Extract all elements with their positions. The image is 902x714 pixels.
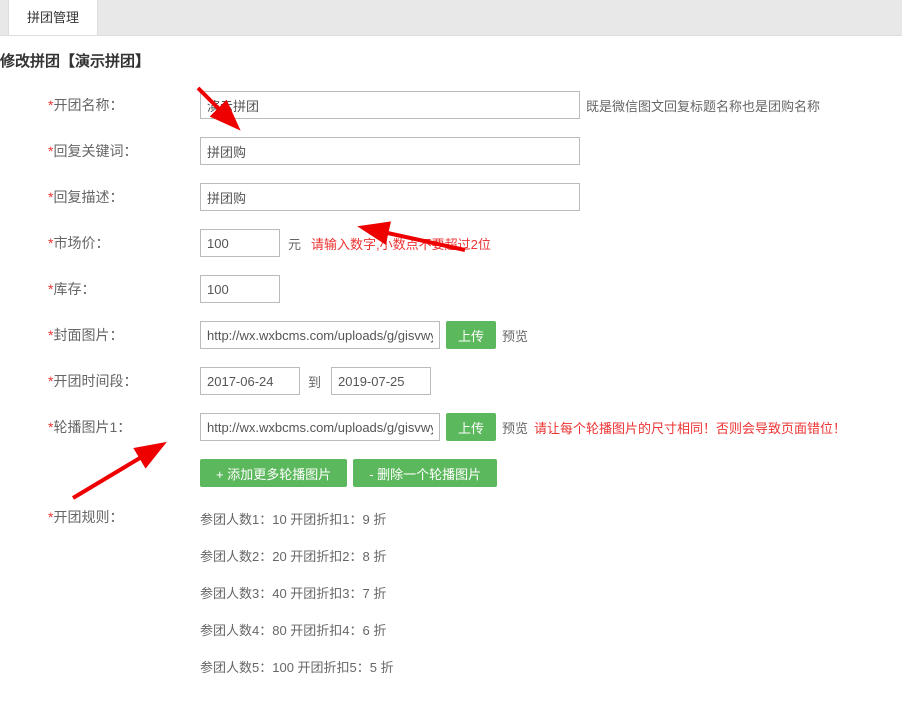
desc-input[interactable] (200, 183, 580, 211)
cover-path-input[interactable] (200, 321, 440, 349)
rule-line: 参团人数1：10 开团折扣1：9 折 (200, 509, 902, 528)
carousel-hint: 请让每个轮播图片的尺寸相同！否则会导致页面错位！ (534, 418, 846, 437)
rule-line: 参团人数4：80 开团折扣4：6 折 (200, 620, 902, 639)
cover-preview-label[interactable]: 预览 (502, 326, 528, 345)
date-to-label: 到 (308, 372, 321, 391)
rule-line: 参团人数3：40 开团折扣3：7 折 (200, 583, 902, 602)
stock-input[interactable] (200, 275, 280, 303)
price-hint: 请输入数字,小数点不要超过2位 (311, 234, 491, 253)
rule-line: 参团人数2：20 开团折扣2：8 折 (200, 546, 902, 565)
name-input[interactable] (200, 91, 580, 119)
label-carousel1: *轮播图片1： (0, 417, 200, 437)
label-price: *市场价： (0, 233, 200, 253)
remove-carousel-button[interactable]: - 删除一个轮播图片 (353, 459, 497, 487)
label-cover: *封面图片： (0, 325, 200, 345)
add-carousel-button[interactable]: + 添加更多轮播图片 (200, 459, 347, 487)
tab-group-manage[interactable]: 拼团管理 (8, 0, 98, 35)
price-input[interactable] (200, 229, 280, 257)
carousel1-preview-label[interactable]: 预览 (502, 418, 528, 437)
rule-line: 参团人数5：100 开团折扣5：5 折 (200, 657, 902, 676)
label-keyword: *回复关键词： (0, 141, 200, 161)
label-desc: *回复描述： (0, 187, 200, 207)
date-start-input[interactable] (200, 367, 300, 395)
tab-bar: 拼团管理 (0, 0, 902, 36)
carousel1-path-input[interactable] (200, 413, 440, 441)
page-title: 修改拼团【演示拼团】 (0, 36, 902, 91)
date-end-input[interactable] (331, 367, 431, 395)
keyword-input[interactable] (200, 137, 580, 165)
form: *开团名称： 既是微信图文回复标题名称也是团购名称 *回复关键词： *回复描述：… (0, 91, 902, 714)
price-unit: 元 (288, 234, 301, 253)
label-stock: *库存： (0, 279, 200, 299)
label-rules: *开团规则： (0, 505, 200, 527)
carousel1-upload-button[interactable]: 上传 (446, 413, 496, 441)
cover-upload-button[interactable]: 上传 (446, 321, 496, 349)
name-hint: 既是微信图文回复标题名称也是团购名称 (586, 96, 820, 115)
label-name: *开团名称： (0, 95, 200, 115)
label-period: *开团时间段： (0, 371, 200, 391)
